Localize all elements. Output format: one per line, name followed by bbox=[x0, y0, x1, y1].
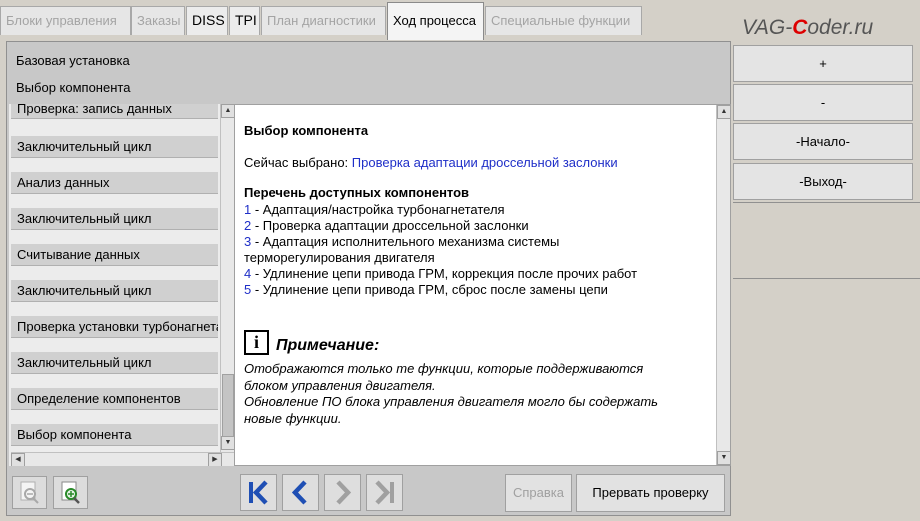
note-text: Отображаются только те функции, которые … bbox=[244, 361, 714, 427]
tab-special-functions[interactable]: Специальные функции bbox=[485, 6, 642, 35]
tab-tpi[interactable]: TPI bbox=[229, 6, 260, 35]
panel-divider bbox=[733, 202, 920, 203]
scroll-right-icon[interactable]: ▶ bbox=[208, 453, 222, 466]
last-page-icon bbox=[375, 480, 394, 505]
component-label: - Адаптация/настройка турбонагнетателя bbox=[251, 202, 505, 217]
abort-test-button[interactable]: Прервать проверку bbox=[576, 474, 725, 512]
tab-control-units[interactable]: Блоки управления bbox=[0, 6, 131, 35]
instruction-panel: Выбор компонента Сейчас выбрано: Проверк… bbox=[234, 104, 731, 466]
watermark-logo: VAG-Coder.ru bbox=[742, 16, 873, 40]
zoom-out-icon bbox=[20, 481, 39, 504]
step-list: Проверка: запись данных Заключительный ц… bbox=[9, 104, 235, 466]
start-button[interactable]: -Начало- bbox=[733, 123, 913, 160]
first-page-icon bbox=[249, 480, 268, 505]
main-panel: Базовая установка Выбор компонента Прове… bbox=[6, 41, 731, 516]
note-line: Отображаются только те функции, которые … bbox=[244, 361, 644, 393]
step-item[interactable]: Заключительный цикл bbox=[11, 280, 218, 302]
scroll-down-icon[interactable]: ▼ bbox=[221, 436, 235, 450]
current-selection: Сейчас выбрано: Проверка адаптации дросс… bbox=[244, 155, 618, 170]
note-line: Обновление ПО блока управления двигателя… bbox=[244, 394, 658, 426]
component-list-heading: Перечень доступных компонентов bbox=[244, 185, 470, 200]
minus-button[interactable]: - bbox=[733, 84, 913, 121]
right-button-panel: + - -Начало- -Выход- bbox=[733, 42, 920, 521]
scroll-down-icon[interactable]: ▼ bbox=[717, 451, 730, 465]
scroll-up-icon[interactable]: ▲ bbox=[717, 105, 730, 119]
watermark-prefix: VAG- bbox=[742, 16, 793, 39]
note-heading: Примечание: bbox=[276, 337, 380, 354]
step-item[interactable]: Заключительный цикл bbox=[11, 208, 218, 230]
help-button[interactable]: Справка bbox=[505, 474, 572, 512]
component-item[interactable]: 5 - Удлинение цепи привода ГРМ, сброс по… bbox=[244, 282, 714, 298]
zoom-in-button[interactable] bbox=[53, 476, 88, 509]
scroll-left-icon[interactable]: ◀ bbox=[11, 453, 25, 466]
component-label: - Адаптация исполнительного механизма си… bbox=[244, 234, 560, 265]
step-item[interactable]: Проверка установки турбонагнетателя bbox=[11, 316, 218, 338]
info-icon: i bbox=[244, 330, 269, 355]
step-item[interactable]: Анализ данных bbox=[11, 172, 218, 194]
current-selection-value: Проверка адаптации дроссельной заслонки bbox=[351, 155, 618, 170]
step-list-vertical-scrollbar[interactable]: ▲ ▼ bbox=[220, 104, 235, 466]
component-label: - Удлинение цепи привода ГРМ, коррекция … bbox=[251, 266, 638, 281]
component-label: - Проверка адаптации дроссельной заслонк… bbox=[251, 218, 529, 233]
previous-step-button[interactable] bbox=[282, 474, 319, 511]
current-selection-label: Сейчас выбрано: bbox=[244, 155, 352, 170]
step-title: Выбор компонента bbox=[16, 80, 131, 95]
last-step-button[interactable] bbox=[366, 474, 403, 511]
component-label: - Удлинение цепи привода ГРМ, сброс посл… bbox=[251, 282, 608, 297]
plus-button[interactable]: + bbox=[733, 45, 913, 82]
content-vertical-scrollbar[interactable]: ▲ ▼ bbox=[716, 105, 730, 465]
zoom-in-icon bbox=[61, 481, 80, 504]
tab-bar: Блоки управления Заказы DISS TPI План ди… bbox=[0, 0, 735, 40]
step-list-horizontal-scrollbar[interactable]: ◀ ▶ bbox=[11, 452, 235, 466]
tab-diss[interactable]: DISS bbox=[186, 6, 228, 35]
component-item[interactable]: 4 - Удлинение цепи привода ГРМ, коррекци… bbox=[244, 266, 714, 282]
panel-divider bbox=[733, 278, 920, 279]
step-item[interactable]: Проверка: запись данных bbox=[11, 104, 218, 119]
component-list: 1 - Адаптация/настройка турбонагнетателя… bbox=[244, 202, 714, 298]
scroll-up-icon[interactable]: ▲ bbox=[221, 104, 235, 118]
step-item[interactable]: Считывание данных bbox=[11, 244, 218, 266]
tab-process[interactable]: Ход процесса bbox=[387, 2, 484, 40]
first-step-button[interactable] bbox=[240, 474, 277, 511]
next-step-button[interactable] bbox=[324, 474, 361, 511]
content-title: Выбор компонента bbox=[244, 123, 369, 138]
component-item[interactable]: 2 - Проверка адаптации дроссельной засло… bbox=[244, 218, 714, 234]
tab-diagnostic-plan[interactable]: План диагностики bbox=[261, 6, 386, 35]
tab-orders[interactable]: Заказы bbox=[131, 6, 185, 35]
exit-button[interactable]: -Выход- bbox=[733, 163, 913, 200]
watermark-accent: C bbox=[792, 16, 808, 39]
watermark-suffix: oder.ru bbox=[807, 16, 874, 39]
component-item[interactable]: 3 - Адаптация исполнительного механизма … bbox=[244, 234, 584, 266]
component-item[interactable]: 1 - Адаптация/настройка турбонагнетателя bbox=[244, 202, 714, 218]
previous-icon bbox=[291, 480, 307, 505]
step-item[interactable]: Заключительный цикл bbox=[11, 352, 218, 374]
zoom-out-button[interactable] bbox=[12, 476, 47, 509]
step-item[interactable]: Определение компонентов bbox=[11, 388, 218, 410]
next-icon bbox=[336, 480, 352, 505]
function-title: Базовая установка bbox=[16, 53, 130, 68]
step-item[interactable]: Заключительный цикл bbox=[11, 136, 218, 158]
step-item[interactable]: Выбор компонента bbox=[11, 424, 218, 446]
